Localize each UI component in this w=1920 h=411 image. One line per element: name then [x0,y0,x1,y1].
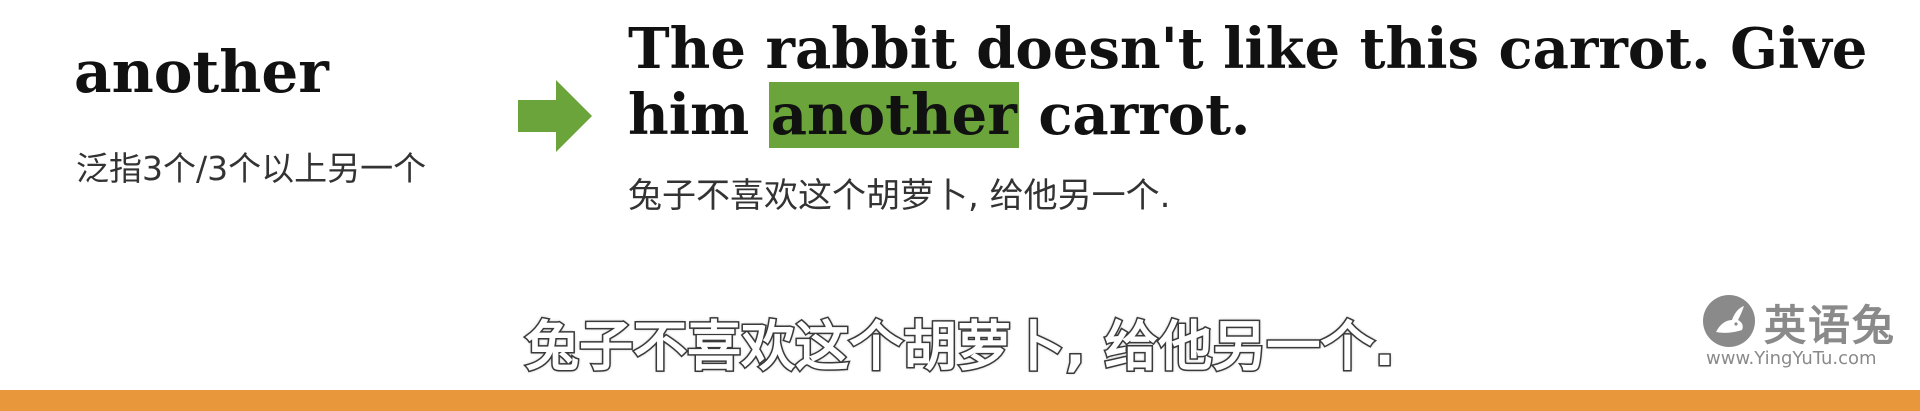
vocab-word: another [74,38,329,106]
logo-url: www.YingYuTu.com [1706,348,1877,369]
sentence-part-2: carrot. [1018,82,1251,148]
right-arrow-icon [518,80,592,152]
rabbit-logo-icon [1703,295,1755,347]
example-sentence: The rabbit doesn't like this carrot. Giv… [628,16,1878,148]
bottom-bar [0,390,1920,411]
slide: another 泛指3个/3个以上另一个 The rabbit doesn't … [0,0,1920,411]
highlighted-word: another [768,82,1019,148]
vocab-meaning: 泛指3个/3个以上另一个 [76,149,427,188]
sentence-translation: 兔子不喜欢这个胡萝卜, 给他另一个. [628,176,1171,216]
video-subtitle: 兔子不喜欢这个胡萝卜, 给他另一个. [524,314,1397,380]
brand-logo: 英语兔 www.YingYuTu.com [1700,292,1900,372]
logo-name: 英语兔 [1764,301,1897,350]
